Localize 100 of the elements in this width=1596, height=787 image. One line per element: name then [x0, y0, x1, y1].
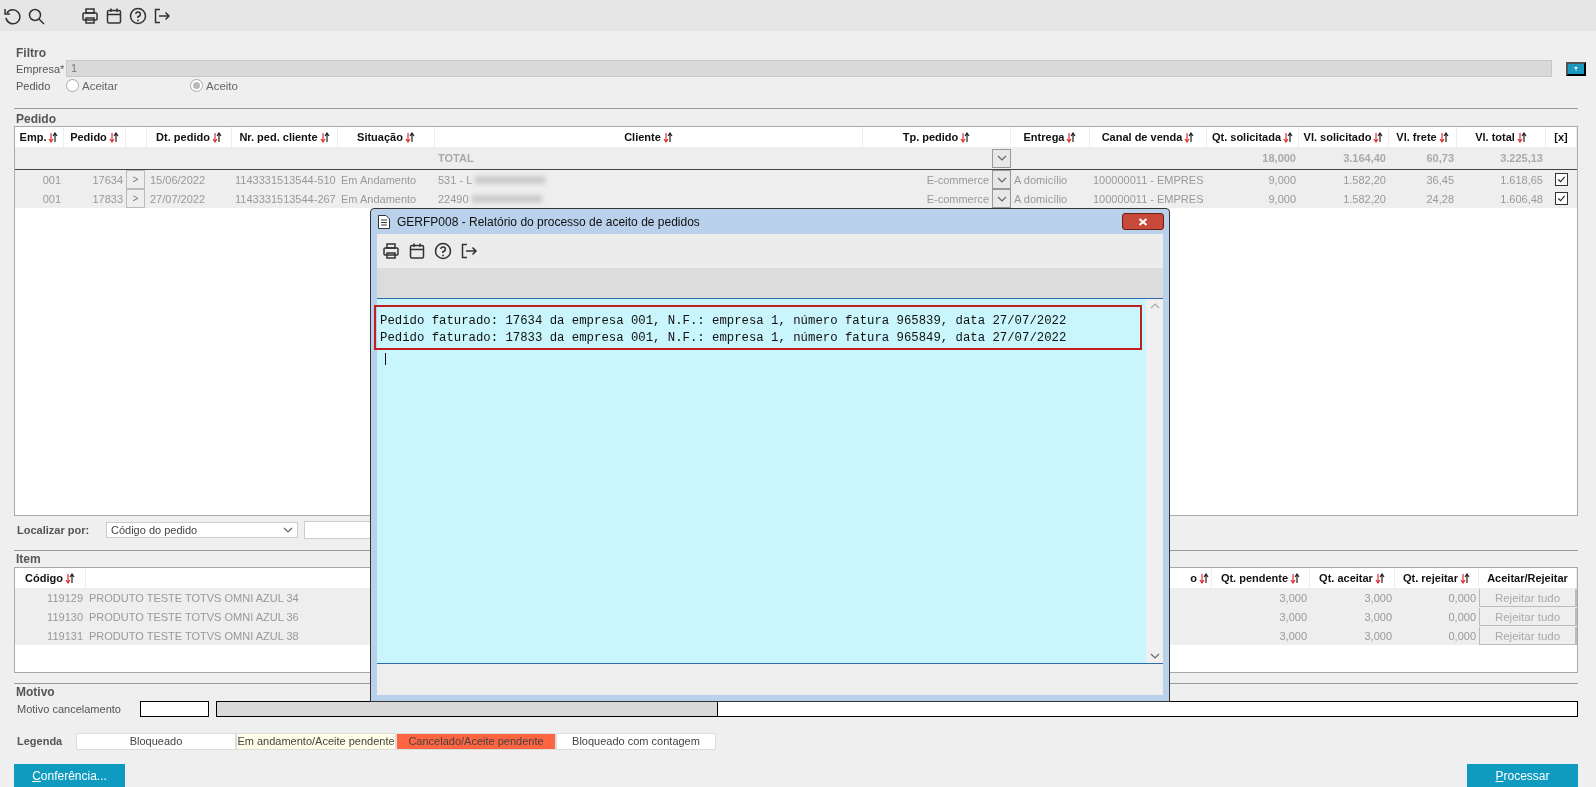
table-cell: 0,000 [1448, 630, 1476, 642]
column-header[interactable]: Vl. frete [1396, 131, 1437, 143]
sort-arrows-icon[interactable] [1066, 131, 1077, 143]
checkbox[interactable] [1555, 173, 1568, 186]
column-header[interactable]: Vl. solicitado [1303, 131, 1372, 143]
radio-button[interactable] [66, 79, 79, 92]
reason-description-field[interactable] [216, 701, 718, 717]
sort-arrows-icon[interactable] [1373, 131, 1384, 143]
table-cell: 9,000 [1268, 192, 1296, 205]
column-header[interactable]: Qt. aceitar [1319, 572, 1373, 584]
table-cell: 22490 [438, 192, 469, 205]
calendar-icon[interactable] [408, 242, 426, 260]
column-header[interactable]: Aceitar/Rejeitar [1487, 572, 1568, 584]
calendar-icon[interactable] [105, 6, 123, 25]
table-cell: A domicílio [1014, 192, 1068, 205]
help-icon[interactable] [434, 242, 452, 260]
table-cell: E-commerce [926, 173, 989, 186]
report-text-area[interactable]: Pedido faturado: 17634 da empresa 001, N.F.: empresa 1, número fatura 965839, data 27/07/2022 Pedido faturado: 17833 da empresa 001, N.F.: empresa 1, número fatura 965849, data 27/07/2022 [377, 299, 1163, 664]
legend-item: Cancelado/Aceite pendente [396, 732, 556, 750]
checkbox[interactable] [1555, 192, 1568, 205]
printer-icon[interactable] [382, 242, 400, 260]
table-cell: 3,000 [1279, 592, 1307, 604]
column-header[interactable]: Cliente [624, 131, 661, 143]
report-line: Pedido faturado: 17833 da empresa 001, N.F.: empresa 1, número fatura 965849, data 27/07/2022 [380, 330, 1068, 347]
dropdown-button[interactable] [992, 148, 1011, 168]
sort-arrows-icon[interactable] [662, 131, 673, 143]
column-header[interactable]: Qt. solicitada [1211, 131, 1282, 143]
table-cell: 18,000 [1262, 152, 1296, 164]
column-header[interactable]: Entrega [1023, 131, 1065, 143]
sort-arrows-icon[interactable] [1283, 131, 1294, 143]
table-cell: TOTAL [438, 152, 474, 164]
column-header[interactable]: Código [25, 572, 63, 584]
table-cell: 3.164,40 [1343, 152, 1386, 164]
table-cell: 3,000 [1279, 630, 1307, 642]
column-header[interactable]: Emp. [19, 131, 47, 143]
sort-arrows-icon[interactable] [1199, 572, 1209, 584]
column-header[interactable]: Pedido [70, 131, 107, 143]
sort-arrows-icon[interactable] [319, 131, 330, 143]
table-cell: 1.582,20 [1343, 173, 1386, 186]
table-cell: 60,73 [1426, 152, 1454, 164]
sort-arrows-icon[interactable] [1184, 131, 1195, 143]
table-cell: 1143331513544-267 [235, 192, 336, 205]
chevron-down-icon [283, 527, 293, 533]
reason-code-field[interactable] [140, 701, 209, 717]
table-cell: PRODUTO TESTE TOTVS OMNI AZUL 36 [89, 611, 299, 623]
table-cell: 3,000 [1364, 630, 1392, 642]
sort-arrows-icon[interactable] [1374, 572, 1385, 584]
column-header[interactable]: Qt. rejeitar [1403, 572, 1458, 584]
chevron-down-icon [1149, 653, 1160, 659]
sort-arrows-icon[interactable] [1516, 131, 1527, 143]
section-title: Filtro [15, 46, 47, 60]
sort-arrows-icon[interactable] [108, 131, 119, 143]
sort-arrows-icon[interactable] [48, 131, 59, 143]
filter-button[interactable] [1566, 61, 1586, 76]
expand-button[interactable]: > [126, 170, 145, 189]
legend-item: Bloqueado com contagem [556, 732, 716, 750]
search-by-dropdown[interactable]: Código do pedido [106, 522, 298, 538]
table-cell: 0,000 [1448, 611, 1476, 623]
scrollbar[interactable] [1146, 299, 1163, 663]
radio-button[interactable] [190, 79, 203, 92]
exit-icon[interactable] [153, 6, 171, 25]
legend-item: Bloqueado [76, 732, 236, 750]
field-label: Empresa* [15, 62, 66, 75]
table-cell: 9,000 [1268, 173, 1296, 186]
sort-arrows-icon[interactable] [211, 131, 222, 143]
sort-arrows-icon[interactable] [404, 131, 415, 143]
radio-label[interactable]: Aceitar [82, 79, 118, 92]
column-header[interactable]: Tp. pedido [902, 131, 959, 143]
sort-arrows-icon[interactable] [960, 131, 971, 143]
sort-arrows-icon[interactable] [1438, 131, 1449, 143]
help-icon[interactable] [129, 6, 147, 25]
chevron-down-icon [996, 155, 1007, 161]
dropdown-button[interactable] [992, 170, 1011, 189]
search-icon[interactable] [27, 6, 45, 25]
column-header[interactable]: Vl. total [1475, 131, 1515, 143]
column-header[interactable]: Nr. ped. cliente [239, 131, 318, 143]
sort-arrows-icon[interactable] [64, 572, 75, 584]
expand-button[interactable]: > [126, 189, 145, 208]
table-cell: 100000011 - EMPRES [1093, 173, 1204, 186]
sort-arrows-icon[interactable] [1460, 572, 1470, 584]
refresh-icon[interactable] [3, 6, 21, 25]
sort-arrows-icon[interactable] [1290, 572, 1301, 584]
table-cell: 3,000 [1364, 592, 1392, 604]
close-button[interactable] [1122, 213, 1164, 230]
table-cell: E-commerce [926, 192, 989, 205]
table-cell: 3,000 [1279, 611, 1307, 623]
reason-text-field[interactable] [718, 701, 1578, 717]
column-header[interactable]: Canal de venda [1101, 131, 1183, 143]
table-cell: 1.606,48 [1500, 192, 1543, 205]
column-header[interactable]: Dt. pedido [156, 131, 210, 143]
column-header[interactable]: [x] [1554, 131, 1568, 143]
text-cursor [385, 353, 386, 365]
radio-label[interactable]: Aceito [206, 79, 238, 92]
table-cell: 36,45 [1426, 173, 1454, 186]
dropdown-button[interactable] [992, 189, 1011, 208]
exit-icon[interactable] [460, 242, 478, 260]
column-header[interactable]: o [1190, 572, 1197, 584]
printer-icon[interactable] [81, 6, 99, 25]
column-header[interactable]: Situação [357, 131, 403, 143]
column-header[interactable]: Qt. pendente [1220, 572, 1289, 584]
